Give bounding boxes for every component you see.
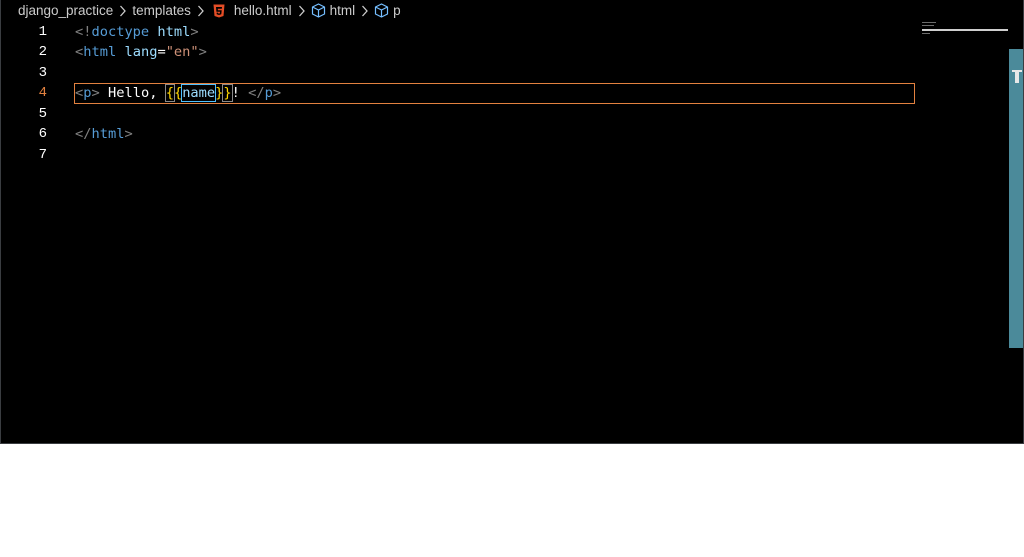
token-punct: >	[190, 24, 199, 40]
line-number: 3	[38, 65, 47, 81]
token-punct: >	[198, 44, 207, 60]
editor-window: django_practice templates hello.html htm…	[0, 0, 1024, 444]
token-attribute: lang	[124, 44, 158, 60]
chevron-right-icon	[119, 5, 127, 17]
token-punct: >	[272, 85, 282, 101]
token-tag: p	[264, 85, 273, 101]
token-text: Hello,	[99, 85, 166, 101]
token-tag: p	[83, 85, 92, 101]
token-punct: >	[91, 85, 100, 101]
minimap-line	[922, 22, 936, 23]
token-punct: >	[124, 126, 133, 142]
token-brace-open: {	[173, 85, 183, 101]
scrollbar-cursor-marker	[1015, 70, 1019, 83]
code-line-4[interactable]: <p> Hello, {{name}}! </p>	[75, 83, 281, 103]
token-punct: </	[248, 85, 265, 101]
token-string: "en"	[165, 44, 199, 60]
html5-icon	[212, 4, 226, 18]
breadcrumb-item-folder-templates[interactable]: templates	[132, 3, 191, 18]
cube-icon	[311, 3, 326, 18]
line-number: 5	[38, 106, 47, 122]
token-tag: html	[91, 126, 125, 142]
minimap-line	[922, 25, 934, 26]
code-editor[interactable]: 1 2 3 4 5 6 7 <!doctype html> <html lang…	[1, 21, 1009, 443]
breadcrumb-label: p	[393, 3, 401, 18]
breadcrumb-item-symbol-p[interactable]: p	[374, 3, 401, 18]
chevron-right-icon	[361, 5, 369, 17]
token-punct: <	[75, 44, 84, 60]
token-keyword: doctype	[91, 24, 150, 40]
token-tag: html	[157, 24, 191, 40]
code-line-1[interactable]: <!doctype html>	[75, 22, 199, 42]
token-variable: name	[181, 84, 217, 102]
breadcrumb: django_practice templates hello.html htm…	[1, 0, 1023, 21]
token-punct: <!	[75, 24, 92, 40]
minimap-line	[922, 33, 930, 34]
token-punct: <	[75, 85, 84, 101]
line-number: 1	[38, 24, 47, 40]
token-text: !	[231, 85, 249, 101]
breadcrumb-item-file-hello-html[interactable]: hello.html	[210, 3, 292, 18]
breadcrumb-label: html	[329, 3, 356, 18]
breadcrumb-label: django_practice	[18, 3, 114, 18]
breadcrumb-item-folder-django-practice[interactable]: django_practice	[18, 3, 113, 18]
breadcrumb-label: templates	[132, 3, 191, 18]
line-number: 2	[38, 44, 47, 60]
chevron-right-icon	[298, 5, 306, 17]
breadcrumb-item-symbol-html[interactable]: html	[311, 3, 356, 18]
line-number-active: 4	[38, 85, 47, 101]
token-brace-close: }	[222, 84, 233, 102]
token-equals: =	[157, 44, 166, 60]
token-brace-open: {	[164, 84, 175, 102]
minimap[interactable]	[919, 21, 1009, 61]
minimap-current-line	[922, 29, 1008, 31]
code-line-6[interactable]: </html>	[75, 124, 133, 144]
line-number: 6	[38, 126, 47, 142]
line-number: 7	[38, 147, 47, 163]
chevron-right-icon	[197, 5, 205, 17]
scrollbar-thumb[interactable]	[1009, 49, 1023, 348]
cube-icon	[374, 3, 389, 18]
token-tag: html	[83, 44, 117, 60]
token-punct: </	[75, 126, 92, 142]
code-line-2[interactable]: <html lang="en">	[75, 42, 207, 62]
breadcrumb-label: hello.html	[233, 3, 292, 18]
